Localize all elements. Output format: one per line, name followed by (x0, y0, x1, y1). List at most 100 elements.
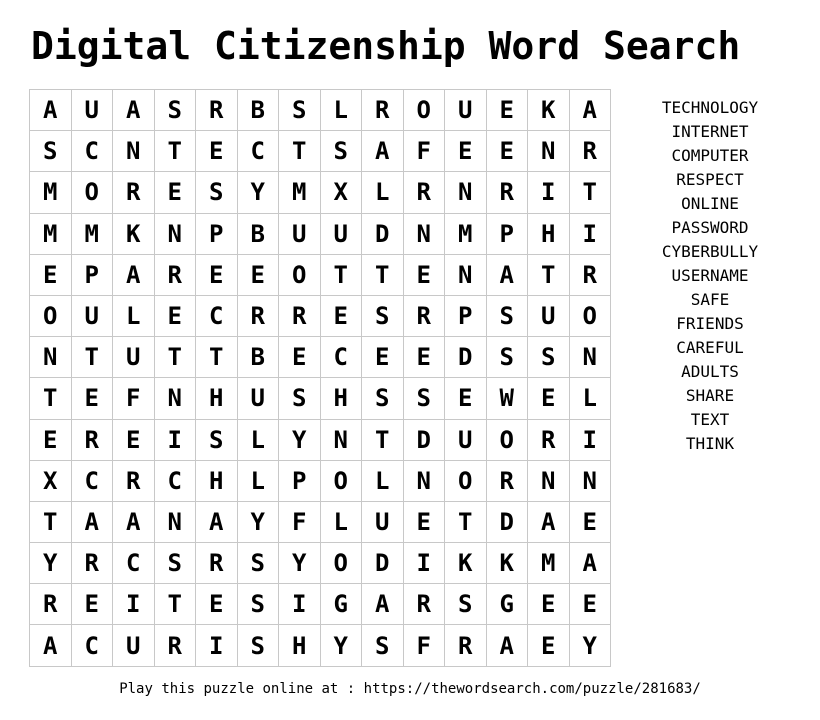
grid-cell[interactable]: E (569, 584, 611, 626)
grid-cell[interactable]: E (486, 90, 528, 132)
grid-cell[interactable]: E (71, 584, 113, 626)
grid-cell[interactable]: A (30, 625, 72, 667)
grid-cell[interactable]: A (113, 501, 155, 544)
grid-cell[interactable]: R (154, 254, 196, 296)
grid-cell[interactable]: F (403, 131, 445, 173)
grid-cell[interactable]: N (569, 460, 611, 502)
grid-cell[interactable]: E (196, 131, 238, 173)
grid-cell[interactable]: O (569, 295, 611, 338)
grid-cell[interactable]: S (279, 378, 321, 420)
grid-cell[interactable]: S (362, 295, 404, 338)
grid-cell[interactable]: M (528, 543, 570, 585)
grid-cell[interactable]: N (403, 213, 445, 255)
grid-cell[interactable]: T (320, 254, 362, 296)
grid-cell[interactable]: N (445, 172, 487, 214)
grid-cell[interactable]: O (486, 419, 528, 461)
grid-cell[interactable]: U (445, 90, 487, 132)
grid-cell[interactable]: E (403, 254, 445, 296)
grid-cell[interactable]: A (113, 254, 155, 296)
grid-cell[interactable]: G (320, 584, 362, 626)
grid-cell[interactable]: R (71, 419, 113, 461)
grid-cell[interactable]: O (320, 543, 362, 585)
grid-cell[interactable]: T (362, 254, 404, 296)
grid-cell[interactable]: C (196, 295, 238, 338)
grid-cell[interactable]: M (445, 213, 487, 255)
grid-cell[interactable]: H (196, 378, 238, 420)
grid-cell[interactable]: S (486, 295, 528, 338)
grid-cell[interactable]: R (71, 543, 113, 585)
grid-cell[interactable]: R (569, 254, 611, 296)
grid-cell[interactable]: A (113, 90, 155, 132)
grid-cell[interactable]: B (237, 90, 279, 132)
grid-cell[interactable]: C (71, 131, 113, 173)
grid-cell[interactable]: C (113, 543, 155, 585)
grid-cell[interactable]: R (237, 295, 279, 338)
grid-cell[interactable]: R (403, 172, 445, 214)
grid-cell[interactable]: E (154, 295, 196, 338)
grid-cell[interactable]: M (30, 172, 72, 214)
grid-cell[interactable]: P (486, 213, 528, 255)
grid-cell[interactable]: E (196, 584, 238, 626)
grid-cell[interactable]: S (237, 625, 279, 667)
grid-cell[interactable]: I (279, 584, 321, 626)
grid-cell[interactable]: X (320, 172, 362, 214)
grid-cell[interactable]: T (154, 584, 196, 626)
grid-cell[interactable]: N (154, 378, 196, 420)
grid-cell[interactable]: U (71, 90, 113, 132)
grid-cell[interactable]: O (320, 460, 362, 502)
grid-cell[interactable]: U (320, 213, 362, 255)
grid-cell[interactable]: S (362, 378, 404, 420)
grid-cell[interactable]: A (569, 543, 611, 585)
grid-cell[interactable]: S (279, 90, 321, 132)
grid-cell[interactable]: S (362, 625, 404, 667)
grid-cell[interactable]: S (528, 337, 570, 379)
grid-cell[interactable]: S (320, 131, 362, 173)
grid-cell[interactable]: D (362, 543, 404, 585)
grid-cell[interactable]: U (279, 213, 321, 255)
grid-cell[interactable]: Y (320, 625, 362, 667)
grid-cell[interactable]: N (154, 213, 196, 255)
grid-cell[interactable]: T (528, 254, 570, 296)
grid-cell[interactable]: K (528, 90, 570, 132)
grid-cell[interactable]: L (113, 295, 155, 338)
grid-cell[interactable]: M (279, 172, 321, 214)
grid-cell[interactable]: N (403, 460, 445, 502)
grid-cell[interactable]: R (486, 460, 528, 502)
grid-cell[interactable]: N (320, 419, 362, 461)
grid-cell[interactable]: I (403, 543, 445, 585)
grid-cell[interactable]: N (528, 460, 570, 502)
grid-cell[interactable]: T (445, 501, 487, 544)
grid-cell[interactable]: E (528, 584, 570, 626)
grid-cell[interactable]: L (362, 172, 404, 214)
grid-cell[interactable]: U (528, 295, 570, 338)
grid-cell[interactable]: N (154, 501, 196, 544)
grid-cell[interactable]: S (154, 90, 196, 132)
grid-cell[interactable]: S (237, 584, 279, 626)
grid-cell[interactable]: M (71, 213, 113, 255)
grid-cell[interactable]: U (71, 295, 113, 338)
grid-cell[interactable]: E (445, 378, 487, 420)
grid-cell[interactable]: Y (237, 501, 279, 544)
grid-cell[interactable]: N (445, 254, 487, 296)
grid-cell[interactable]: E (320, 295, 362, 338)
grid-cell[interactable]: A (486, 254, 528, 296)
grid-cell[interactable]: U (113, 625, 155, 667)
grid-cell[interactable]: H (279, 625, 321, 667)
grid-cell[interactable]: I (113, 584, 155, 626)
grid-cell[interactable]: A (486, 625, 528, 667)
grid-cell[interactable]: E (30, 419, 72, 461)
grid-cell[interactable]: P (196, 213, 238, 255)
grid-cell[interactable]: D (362, 213, 404, 255)
grid-cell[interactable]: S (196, 172, 238, 214)
grid-cell[interactable]: C (71, 625, 113, 667)
grid-cell[interactable]: W (486, 378, 528, 420)
grid-cell[interactable]: O (445, 460, 487, 502)
grid-cell[interactable]: E (528, 625, 570, 667)
grid-cell[interactable]: T (196, 337, 238, 379)
grid-cell[interactable]: P (445, 295, 487, 338)
grid-cell[interactable]: E (362, 337, 404, 379)
grid-cell[interactable]: R (113, 460, 155, 502)
grid-cell[interactable]: T (279, 131, 321, 173)
grid-cell[interactable]: N (569, 337, 611, 379)
grid-cell[interactable]: E (486, 131, 528, 173)
